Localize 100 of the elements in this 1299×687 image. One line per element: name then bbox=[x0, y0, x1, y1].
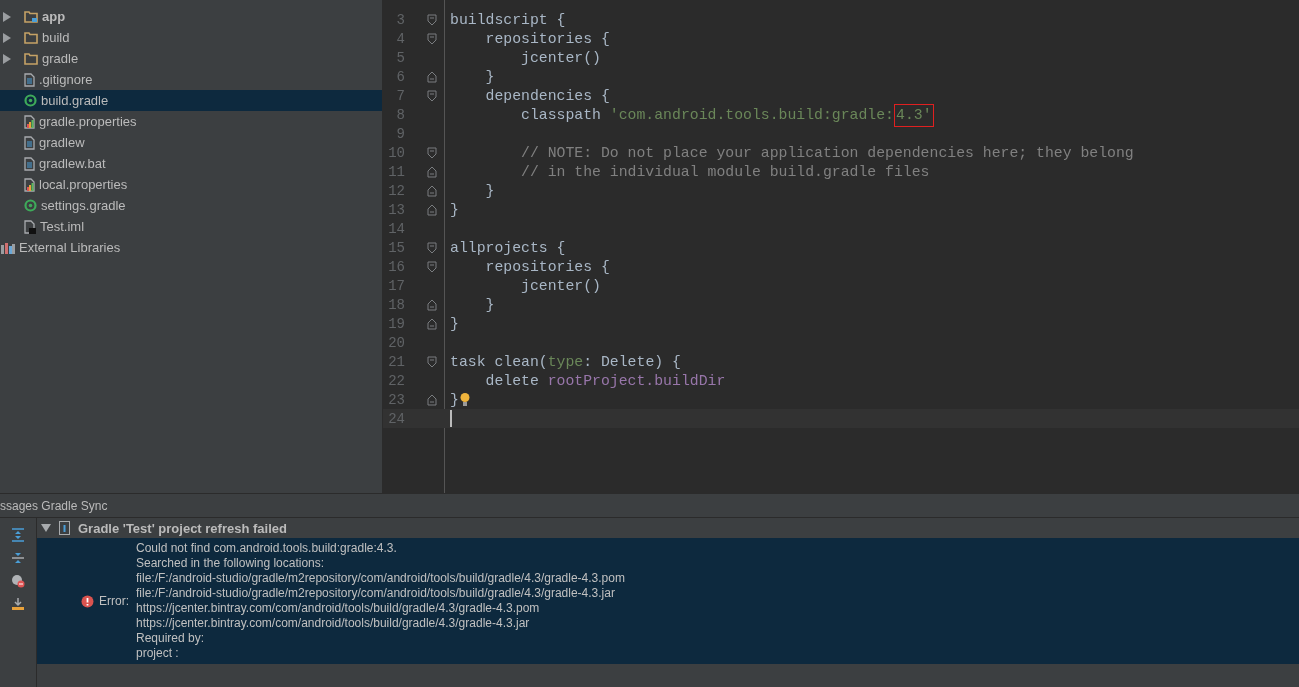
expand-arrow-icon[interactable] bbox=[3, 53, 11, 64]
code-line: } bbox=[484, 296, 495, 313]
fold-icon[interactable] bbox=[426, 13, 437, 26]
line-number: 22 bbox=[387, 372, 405, 389]
code-line: } bbox=[450, 201, 459, 218]
module-file-icon bbox=[24, 219, 36, 234]
line-number: 7 bbox=[395, 87, 405, 104]
properties-file-icon bbox=[24, 177, 35, 192]
error-text: file:/F:/android-studio/gradle/m2repository/com/android/tools/build/gradle/4.3/gradle-4.3.pom bbox=[136, 571, 625, 586]
error-text: Could not find com.android.tools.build:gradle:4.3. bbox=[136, 541, 398, 556]
lightbulb-icon[interactable] bbox=[458, 392, 471, 407]
code-line: allprojects { bbox=[450, 239, 566, 256]
error-icon bbox=[81, 594, 94, 608]
unfold-icon[interactable] bbox=[426, 184, 437, 197]
gradle-file-icon bbox=[24, 199, 37, 212]
error-message[interactable] bbox=[37, 538, 1299, 664]
code-line: task clean(type: Delete) { bbox=[450, 353, 681, 370]
code-line: buildscript { bbox=[450, 11, 566, 28]
line-number: 13 bbox=[387, 201, 405, 218]
collapse-arrow-icon[interactable] bbox=[41, 524, 51, 532]
tree-item[interactable]: .gitignore bbox=[0, 69, 382, 90]
file-icon bbox=[24, 156, 35, 171]
file-icon bbox=[24, 135, 35, 150]
code-line: // in the individual module build.gradle files bbox=[520, 163, 930, 180]
tree-item[interactable]: app bbox=[0, 6, 382, 27]
code-line: } bbox=[450, 391, 459, 408]
tree-item[interactable]: gradle bbox=[0, 48, 382, 69]
fold-icon[interactable] bbox=[426, 32, 437, 45]
unfold-icon[interactable] bbox=[426, 317, 437, 330]
error-text: file:/F:/android-studio/gradle/m2repository/com/android/tools/build/gradle/4.3/gradle-4.3.jar bbox=[136, 586, 616, 601]
code-line: } bbox=[484, 68, 495, 85]
unfold-icon[interactable] bbox=[426, 70, 437, 83]
unfold-icon[interactable] bbox=[426, 298, 437, 311]
code-line: dependencies { bbox=[484, 87, 610, 104]
code-line: jcenter() bbox=[520, 49, 601, 66]
tree-item[interactable]: local.properties bbox=[0, 174, 382, 195]
tree-item[interactable]: build.gradle bbox=[0, 90, 382, 111]
text-cursor bbox=[450, 410, 452, 427]
tree-item[interactable]: External Libraries bbox=[0, 237, 382, 258]
error-text: Required by: bbox=[136, 631, 206, 646]
code-line: } bbox=[450, 315, 459, 332]
tool-window-tab[interactable]: ssages Gradle Sync bbox=[0, 493, 1299, 518]
fold-icon[interactable] bbox=[426, 241, 437, 254]
line-number: 11 bbox=[387, 163, 405, 180]
expand-arrow-icon[interactable] bbox=[3, 32, 11, 43]
fold-icon[interactable] bbox=[426, 355, 437, 368]
line-number: 21 bbox=[387, 353, 405, 370]
tree-item[interactable]: gradle.properties bbox=[0, 111, 382, 132]
line-number: 23 bbox=[387, 391, 405, 408]
fold-icon[interactable] bbox=[426, 89, 437, 102]
folder-icon bbox=[24, 10, 38, 23]
tree-item[interactable]: gradlew bbox=[0, 132, 382, 153]
error-text: project : bbox=[136, 646, 180, 661]
tree-item[interactable]: Test.iml bbox=[0, 216, 382, 237]
line-number: 18 bbox=[387, 296, 405, 313]
line-number: 6 bbox=[395, 68, 405, 85]
line-number: 8 bbox=[395, 106, 405, 123]
error-text: https://jcenter.bintray.com/com/android/tools/build/gradle/4.3/gradle-4.3.pom bbox=[136, 601, 541, 616]
line-number: 12 bbox=[387, 182, 405, 199]
code-line: delete rootProject.buildDir bbox=[484, 372, 726, 389]
error-label: Error: bbox=[99, 594, 129, 608]
unfold-icon[interactable] bbox=[426, 165, 437, 178]
folder-icon bbox=[24, 52, 38, 65]
message-group-title[interactable]: Gradle 'Test' project refresh failed bbox=[78, 520, 287, 536]
tree-item[interactable]: gradlew.bat bbox=[0, 153, 382, 174]
expand-arrow-icon[interactable] bbox=[3, 11, 11, 22]
code-line: repositories { bbox=[484, 30, 610, 47]
library-icon bbox=[1, 241, 15, 254]
fold-icon[interactable] bbox=[426, 260, 437, 273]
tree-item[interactable]: build bbox=[0, 27, 382, 48]
code-line: repositories { bbox=[484, 258, 610, 275]
line-number: 4 bbox=[395, 30, 405, 47]
line-number: 5 bbox=[395, 49, 405, 66]
code-line: jcenter() bbox=[520, 277, 601, 294]
info-file-icon bbox=[59, 521, 70, 535]
fold-icon[interactable] bbox=[426, 146, 437, 159]
unfold-icon[interactable] bbox=[426, 393, 437, 406]
folder-icon bbox=[24, 31, 38, 44]
line-number: 9 bbox=[395, 125, 405, 142]
error-text: https://jcenter.bintray.com/com/android/tools/build/gradle/4.3/gradle-4.3.jar bbox=[136, 616, 531, 631]
line-number: 20 bbox=[387, 334, 405, 351]
expand-all-icon[interactable] bbox=[11, 528, 25, 542]
properties-file-icon bbox=[24, 114, 35, 129]
gradle-file-icon bbox=[24, 94, 37, 107]
line-number: 3 bbox=[395, 11, 405, 28]
line-number: 10 bbox=[387, 144, 405, 161]
line-number: 16 bbox=[387, 258, 405, 275]
line-number: 14 bbox=[387, 220, 405, 237]
tree-item[interactable]: settings.gradle bbox=[0, 195, 382, 216]
error-text: Searched in the following locations: bbox=[136, 556, 326, 571]
line-number: 17 bbox=[387, 277, 405, 294]
stop-warnings-icon[interactable] bbox=[11, 574, 25, 588]
file-icon bbox=[24, 72, 35, 87]
unfold-icon[interactable] bbox=[426, 203, 437, 216]
export-icon[interactable] bbox=[11, 597, 25, 611]
code-line: // NOTE: Do not place your application dependencies here; they belong bbox=[520, 144, 1134, 161]
line-number: 19 bbox=[387, 315, 405, 332]
collapse-all-icon[interactable] bbox=[11, 551, 25, 565]
code-line: } bbox=[484, 182, 495, 199]
line-number: 15 bbox=[387, 239, 405, 256]
